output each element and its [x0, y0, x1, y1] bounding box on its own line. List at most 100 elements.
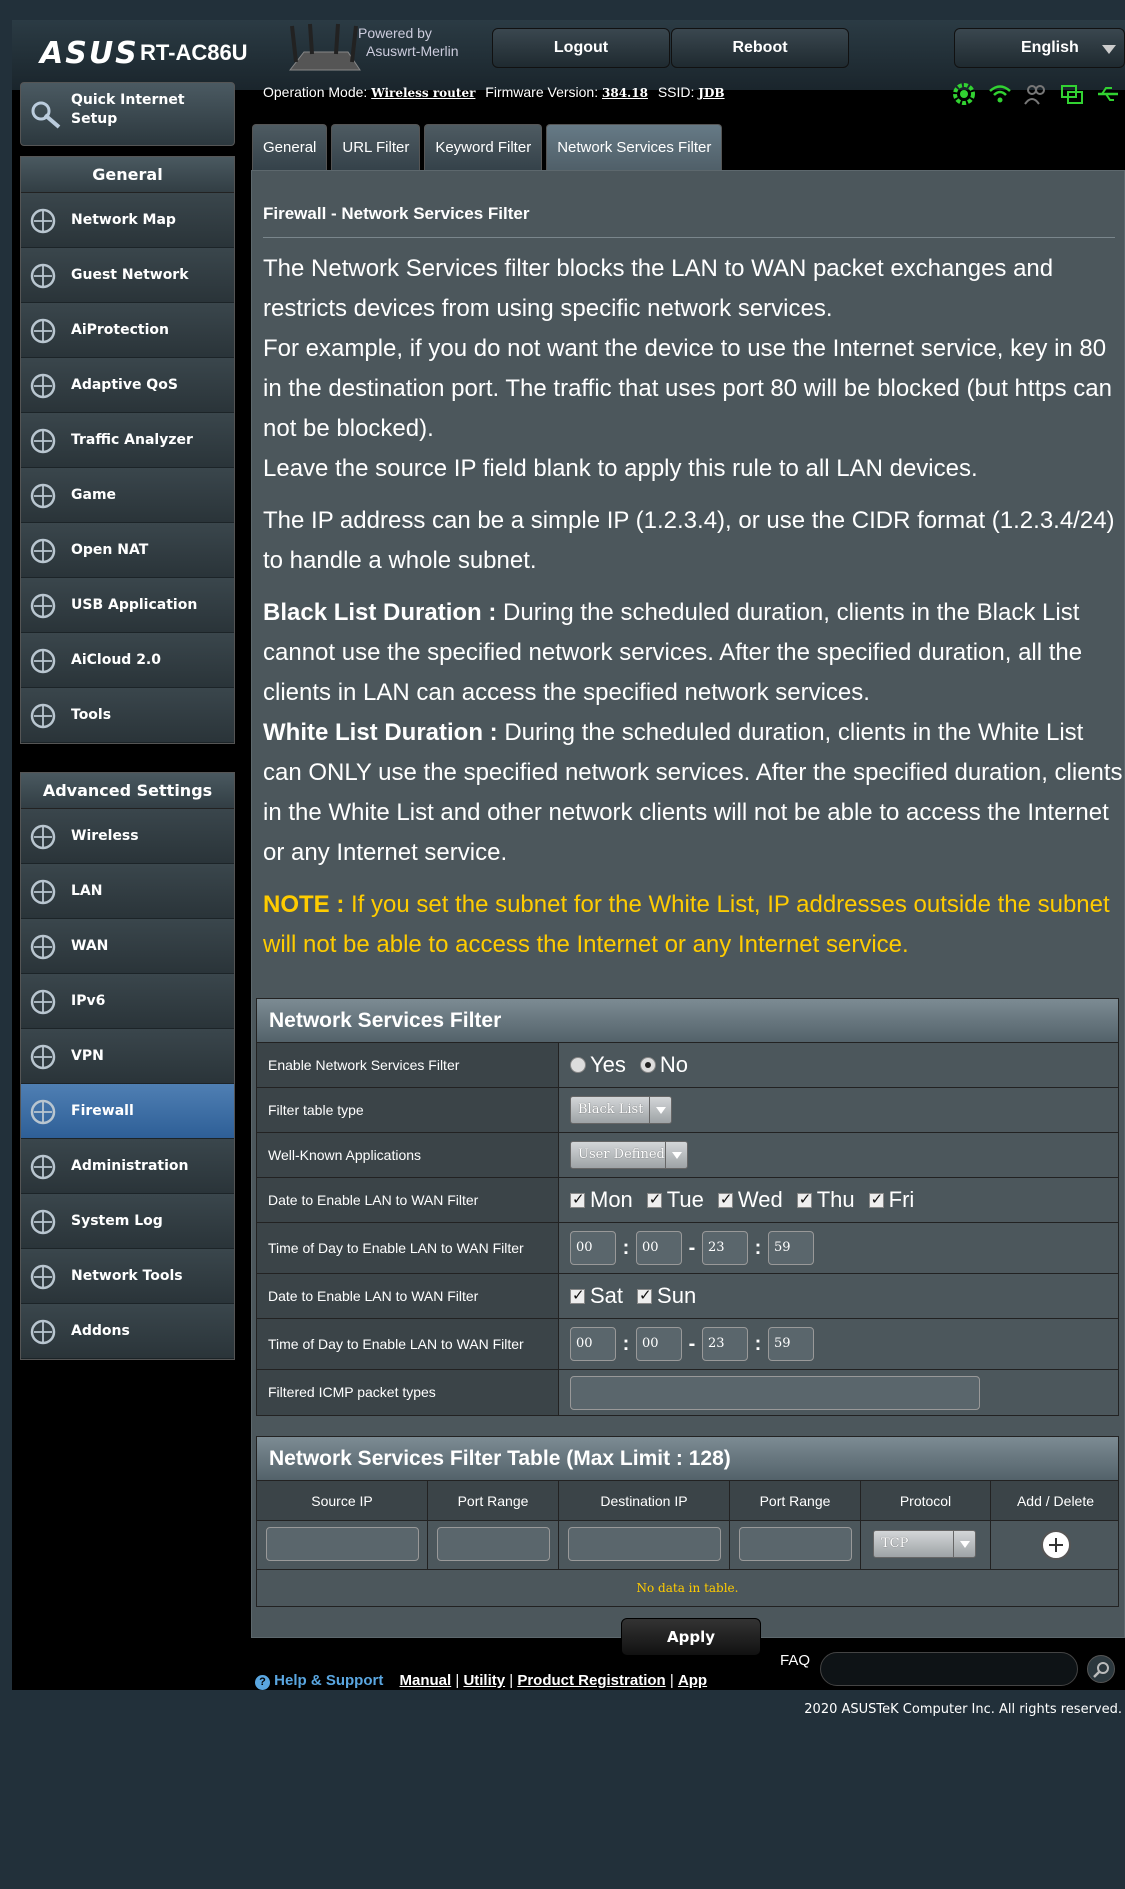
day-checkbox-mon[interactable]: Mon — [570, 1187, 633, 1213]
column-header-destination-ip: Destination IP — [559, 1481, 730, 1521]
filter-table-input-row: TCP — [257, 1521, 1118, 1570]
gear-status-icon[interactable] — [952, 82, 976, 106]
manual-link[interactable]: Manual — [400, 1672, 452, 1689]
sidebar-item-label: Traffic Analyzer — [71, 432, 193, 448]
language-select[interactable]: English — [954, 28, 1125, 68]
firmware-version-link[interactable]: 384.18 — [602, 86, 648, 100]
devices-status-icon[interactable] — [1060, 82, 1084, 106]
sidebar-item-label: Guest Network — [71, 267, 189, 283]
network-services-filter-settings: Network Services Filter Enable Network S… — [256, 998, 1119, 1416]
sidebar-item-vpn[interactable]: VPN — [21, 1029, 234, 1084]
weekday-start-hour-input[interactable]: 00 — [570, 1231, 616, 1265]
sidebar-item-wan[interactable]: WAN — [21, 919, 234, 974]
app-link[interactable]: App — [678, 1672, 707, 1689]
weekday-end-minute-input[interactable]: 59 — [768, 1231, 814, 1265]
wifi-status-icon[interactable] — [988, 82, 1012, 106]
weekend-end-minute-input[interactable]: 59 — [768, 1327, 814, 1361]
sidebar-item-wireless[interactable]: Wireless — [21, 809, 234, 864]
tab-network-services-filter[interactable]: Network Services Filter — [546, 124, 723, 174]
sidebar-item-game[interactable]: Game — [21, 468, 234, 523]
column-header-add-delete: Add / Delete — [1016, 1493, 1095, 1509]
day-checkbox-tue[interactable]: Tue — [646, 1187, 704, 1213]
sidebar-item-aiprotection[interactable]: AiProtection — [21, 303, 234, 358]
white-list-description: White List Duration : During the schedul… — [263, 719, 1123, 866]
model-name: RT-AC86U — [140, 40, 248, 65]
network-tools-icon — [30, 1264, 56, 1290]
enable-no-radio[interactable]: No — [639, 1052, 688, 1078]
weekday-end-hour-input[interactable]: 23 — [702, 1231, 748, 1265]
sidebar-item-usb-application[interactable]: USB Application — [21, 578, 234, 633]
filter-type-select[interactable]: Black List — [570, 1096, 672, 1124]
port-range-input[interactable] — [739, 1527, 852, 1561]
day-checkbox-thu[interactable]: Thu — [796, 1187, 855, 1213]
weekend-start-minute-input[interactable]: 00 — [636, 1327, 682, 1361]
checkbox-checked — [868, 1190, 884, 1208]
status-icons — [952, 82, 1120, 106]
sidebar-item-ipv6[interactable]: IPv6 — [21, 974, 234, 1029]
checkbox-checked — [570, 1286, 585, 1304]
apply-button[interactable]: Apply — [621, 1618, 761, 1656]
chevron-down-icon — [649, 1097, 671, 1123]
add-rule-icon[interactable] — [1041, 1530, 1071, 1560]
sidebar-item-adaptive-qos[interactable]: Adaptive QoS — [21, 358, 234, 413]
copyright: 2020 ASUSTeK Computer Inc. All rights re… — [804, 1702, 1122, 1717]
destination-ip-input[interactable] — [568, 1527, 721, 1561]
checkbox-checked — [796, 1190, 812, 1208]
traffic-analyzer-icon — [30, 428, 56, 454]
day-checkbox-fri[interactable]: Fri — [868, 1187, 914, 1213]
sidebar-item-label: LAN — [71, 883, 103, 899]
sidebar-item-open-nat[interactable]: Open NAT — [21, 523, 234, 578]
well-known-apps-select[interactable]: User Defined — [570, 1141, 688, 1169]
source-ip-input[interactable] — [266, 1527, 419, 1561]
weekday-start-minute-input[interactable]: 00 — [636, 1231, 682, 1265]
open-nat-icon — [30, 538, 56, 564]
sidebar-item-label: System Log — [71, 1213, 163, 1229]
sidebar-item-network-tools[interactable]: Network Tools — [21, 1249, 234, 1304]
port-range-input[interactable] — [437, 1527, 550, 1561]
sidebar-item-system-log[interactable]: System Log — [21, 1194, 234, 1249]
search-button[interactable] — [1087, 1655, 1115, 1683]
chevron-down-icon — [665, 1142, 687, 1168]
sidebar-item-traffic-analyzer[interactable]: Traffic Analyzer — [21, 413, 234, 468]
sidebar-item-tools[interactable]: Tools — [21, 688, 234, 743]
tab-url-filter[interactable]: URL Filter — [331, 124, 421, 170]
day-checkbox-wed[interactable]: Wed — [717, 1187, 783, 1213]
reboot-button[interactable]: Reboot — [671, 28, 849, 68]
cell-source-ip — [257, 1521, 428, 1570]
sidebar-item-lan[interactable]: LAN — [21, 864, 234, 919]
day-checkbox-sat[interactable]: Sat — [570, 1283, 623, 1309]
sidebar-item-network-map[interactable]: Network Map — [21, 193, 234, 248]
quick-internet-setup-button[interactable]: Quick Internet Setup — [20, 82, 235, 146]
sidebar-item-addons[interactable]: Addons — [21, 1304, 234, 1359]
sidebar-item-guest-network[interactable]: Guest Network — [21, 248, 234, 303]
ssid-link[interactable]: JDB — [698, 86, 724, 100]
enable-yes-radio[interactable]: Yes — [570, 1052, 626, 1078]
sidebar-item-firewall[interactable]: Firewall — [21, 1084, 234, 1139]
sidebar-item-administration[interactable]: Administration — [21, 1139, 234, 1194]
cell-port-range — [428, 1521, 559, 1570]
icmp-types-input[interactable] — [570, 1375, 980, 1410]
tab-general[interactable]: General — [252, 124, 328, 170]
empty-table-message: No data in table. — [257, 1570, 1118, 1606]
cell-protocol: TCP — [861, 1521, 991, 1570]
sidebar-item-aicloud-2-0[interactable]: AiCloud 2.0 — [21, 633, 234, 688]
clients-status-icon[interactable] — [1024, 82, 1048, 106]
weekday-date-row: Date to Enable LAN to WAN Filter MonTueW… — [257, 1178, 1118, 1223]
weekend-start-hour-input[interactable]: 00 — [570, 1327, 616, 1361]
ipv6-icon — [30, 989, 56, 1015]
logout-button[interactable]: Logout — [492, 28, 670, 68]
day-checkbox-sun[interactable]: Sun — [637, 1283, 696, 1309]
sidebar-item-label: Administration — [71, 1158, 189, 1174]
checkbox-checked — [717, 1190, 733, 1208]
protocol-select[interactable]: TCP — [873, 1530, 976, 1558]
weekend-end-hour-input[interactable]: 23 — [702, 1327, 748, 1361]
tab-keyword-filter[interactable]: Keyword Filter — [424, 124, 543, 170]
product-registration-link[interactable]: Product Registration — [517, 1672, 665, 1689]
sidebar-item-label: WAN — [71, 938, 109, 954]
content-panel: Firewall - Network Services Filter The N… — [251, 170, 1125, 1656]
sidebar-item-label: USB Application — [71, 597, 198, 613]
faq-search-input[interactable] — [820, 1652, 1078, 1686]
usb-status-icon[interactable] — [1096, 82, 1120, 106]
utility-link[interactable]: Utility — [463, 1672, 505, 1689]
operation-mode-link[interactable]: Wireless router — [371, 86, 475, 100]
